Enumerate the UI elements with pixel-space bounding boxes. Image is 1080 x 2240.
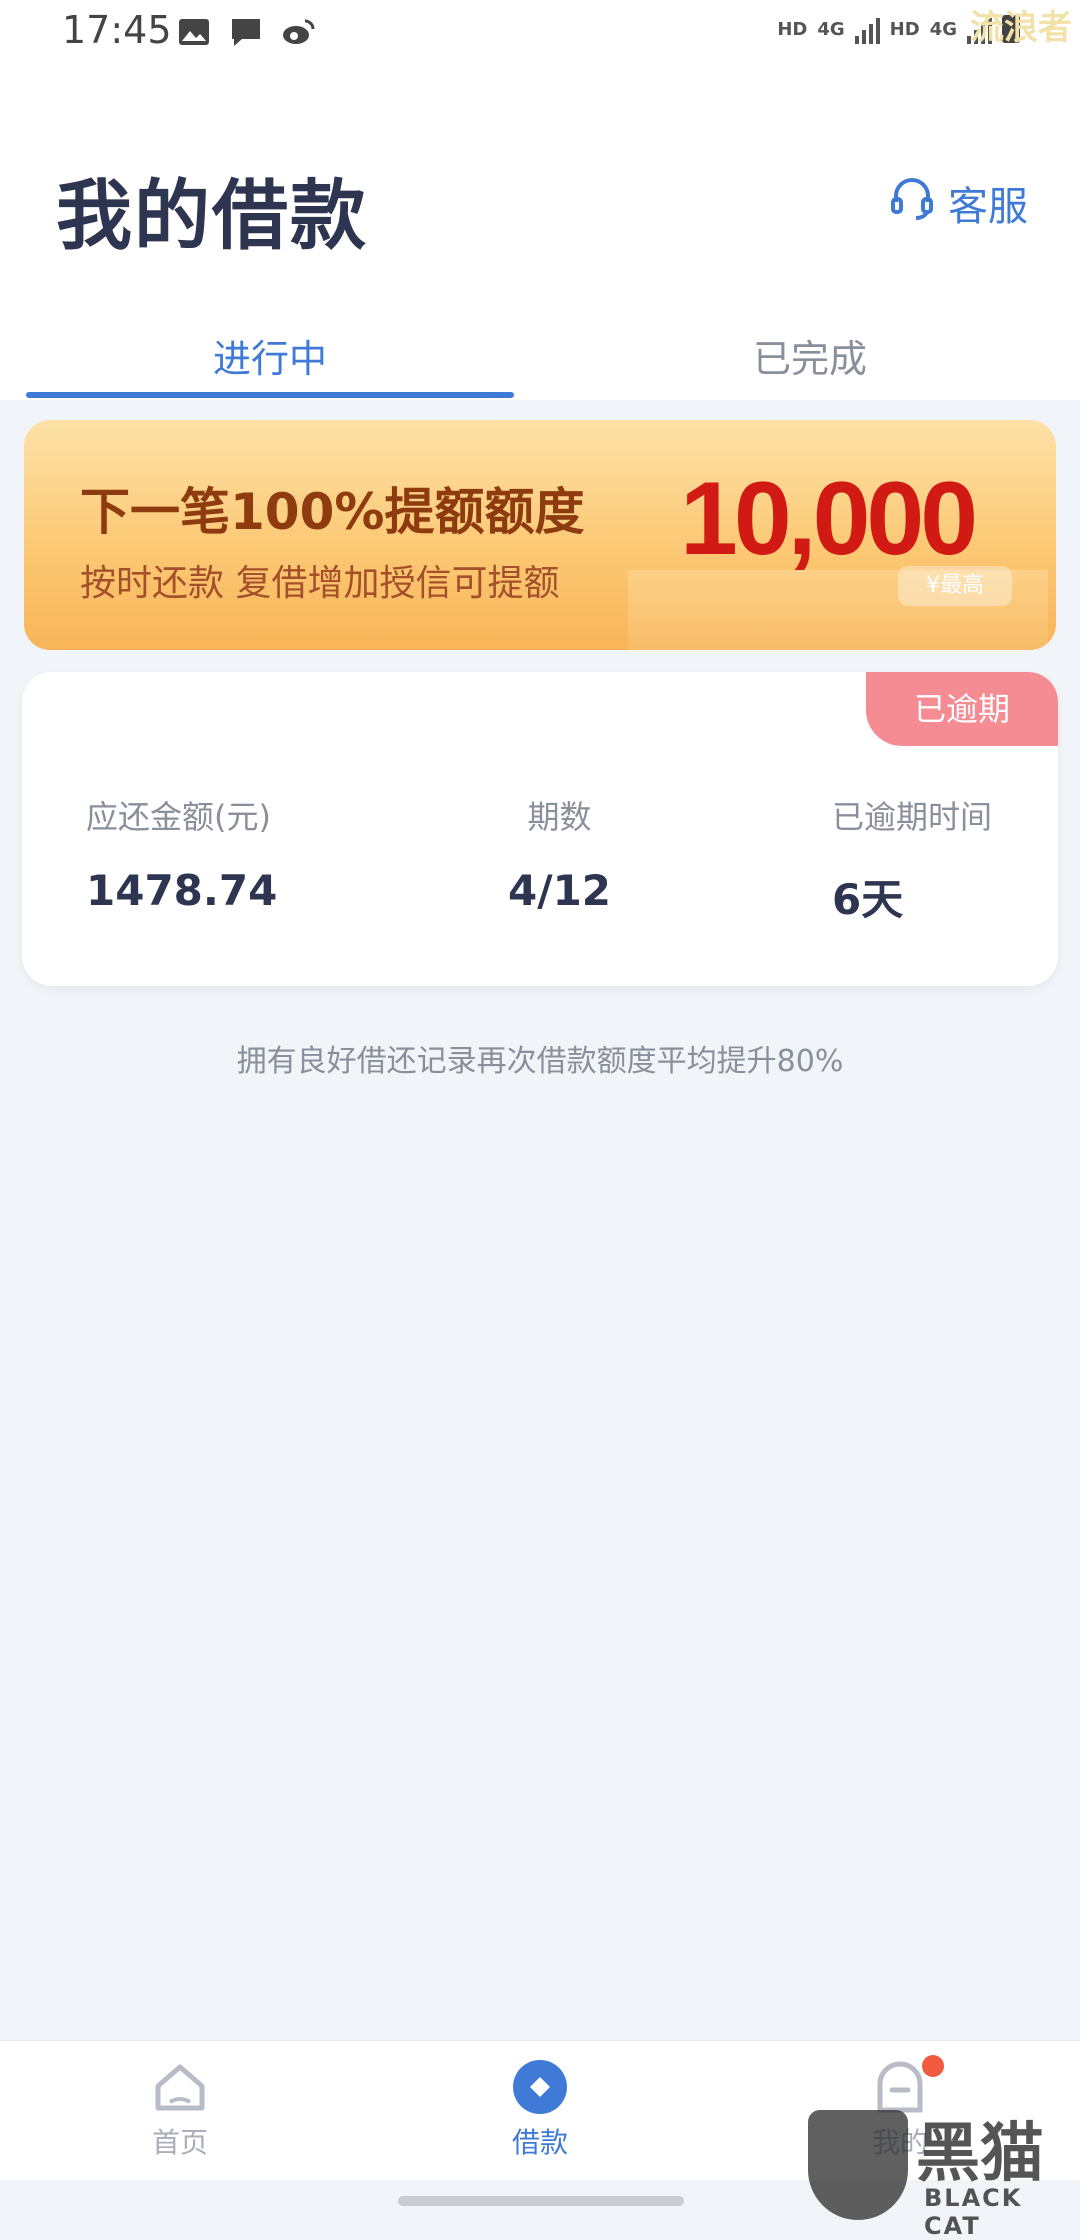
active-tab-indicator [26,392,514,398]
status-notification-icons [176,14,316,50]
status-time: 17:45 [62,8,172,52]
loan-card[interactable]: 已逾期 应还金额(元) 1478.74 期数 4/12 已逾期时间 6天 [22,672,1058,986]
amount-due-value: 1478.74 [86,866,278,915]
credit-boost-banner[interactable]: 下一笔100%提额额度 按时还款 复借增加授信可提额 10,000 ¥最高 [24,420,1056,650]
message-icon [228,14,264,50]
overdue-time-label: 已逾期时间 [832,798,993,836]
tab-in-progress[interactable]: 进行中 [0,310,540,400]
black-cat-watermark: 黑猫 BLACK CAT [808,2100,1080,2240]
top-watermark: 流浪者 [970,8,1072,48]
term-column: 期数 4/12 [508,792,611,915]
banner-amount: 10,000 [680,461,978,577]
status-bar: 17:45 HD 4G HD 4G 流浪者 [0,0,1080,70]
banner-max-tag: ¥最高 [898,566,1012,606]
banner-subtitle: 按时还款 复借增加授信可提额 [80,563,560,604]
tab-bar: 进行中 已完成 [0,310,1080,400]
cat-shield-icon [808,2110,908,2220]
amount-due-column: 应还金额(元) 1478.74 [86,792,277,915]
watermark-brand: 黑猫 [916,2117,1044,2191]
nav-home-label: 首页 [151,2126,208,2159]
amount-due-label: 应还金额(元) [86,798,271,836]
image-icon [176,14,212,50]
headset-icon [888,174,936,232]
tab-completed[interactable]: 已完成 [540,310,1080,400]
hd-label-2: HD [889,18,920,40]
page-header: 我的借款 客服 进行中 已完成 [0,70,1080,400]
overdue-badge: 已逾期 [866,672,1058,746]
loan-icon [512,2059,568,2115]
credit-tip: 拥有良好借还记录再次借款额度平均提升80% [236,1044,844,1079]
overdue-time-value: 6天 [832,875,904,924]
weibo-icon [280,14,316,50]
notification-dot [922,2055,944,2077]
network-label-2: 4G [929,18,957,40]
watermark-brand-en: BLACK CAT [924,2184,1023,2240]
banner-title: 下一笔100%提额额度 [80,483,585,541]
nav-loan[interactable]: 借款 [440,2059,640,2161]
nav-loan-label: 借款 [511,2126,568,2159]
home-icon [152,2059,208,2115]
term-value: 4/12 [508,866,612,915]
signal-icon [854,14,880,44]
customer-service-button[interactable]: 客服 [888,174,1028,232]
customer-service-label: 客服 [948,184,1028,230]
gesture-bar[interactable] [398,2196,684,2206]
network-label: 4G [817,18,845,40]
term-label: 期数 [527,798,592,836]
overdue-time-column: 已逾期时间 6天 [832,792,992,927]
page-title: 我的借款 [56,171,368,260]
nav-home[interactable]: 首页 [80,2059,280,2161]
hd-label: HD [777,18,808,40]
